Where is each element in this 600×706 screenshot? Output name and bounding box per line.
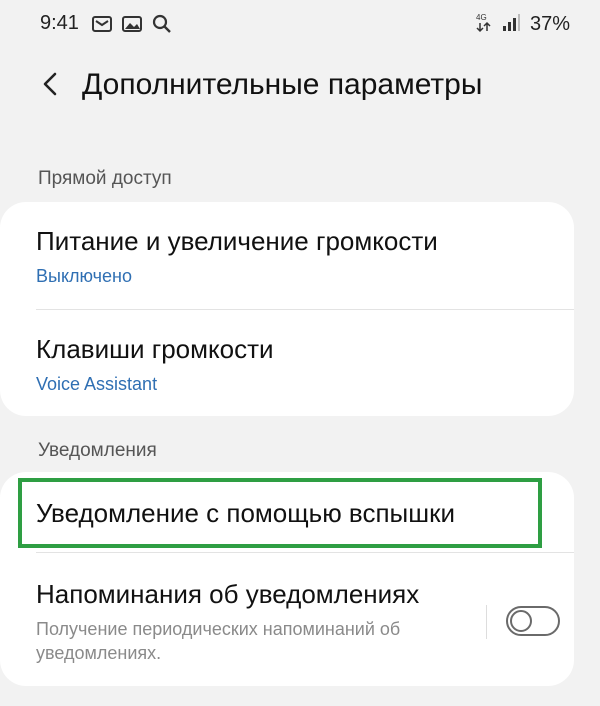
list-item-volume-keys[interactable]: Клавиши громкости Voice Assistant bbox=[0, 310, 574, 416]
search-icon bbox=[152, 14, 172, 39]
toggle-divider bbox=[486, 605, 487, 639]
list-item-notification-reminders[interactable]: Напоминания об уведомлениях Получение пе… bbox=[0, 553, 574, 686]
signal-icon bbox=[502, 12, 520, 37]
app-header: Дополнительные параметры bbox=[0, 58, 600, 120]
list-item-subtitle: Выключено bbox=[36, 266, 132, 286]
status-bar: 9:41 4G 37% bbox=[0, 0, 600, 46]
status-icons-left bbox=[92, 14, 172, 39]
notification-icon bbox=[92, 15, 112, 38]
chevron-left-icon bbox=[40, 71, 60, 102]
list-item-subtitle: Voice Assistant bbox=[36, 374, 158, 394]
page-title: Дополнительные параметры bbox=[82, 68, 483, 101]
section-label-direct-access: Прямой доступ bbox=[38, 168, 172, 189]
status-icons-right: 4G 37% bbox=[476, 11, 570, 38]
network-4g-icon: 4G bbox=[476, 11, 492, 38]
highlight-frame bbox=[18, 478, 542, 548]
network-label: 4G bbox=[476, 13, 487, 22]
gallery-icon bbox=[122, 15, 142, 38]
back-button[interactable] bbox=[32, 68, 68, 104]
list-item-title: Питание и увеличение громкости bbox=[36, 226, 438, 256]
section-label-notifications: Уведомления bbox=[38, 440, 157, 461]
list-item-title: Клавиши громкости bbox=[36, 334, 274, 364]
list-item-description: Получение периодических напоминаний об у… bbox=[36, 619, 401, 663]
list-item-power-volume[interactable]: Питание и увеличение громкости Выключено bbox=[0, 202, 574, 308]
battery-percent: 37% bbox=[529, 13, 570, 35]
status-time: 9:41 bbox=[40, 12, 79, 34]
toggle-knob bbox=[510, 610, 532, 632]
reminders-toggle-switch[interactable] bbox=[506, 606, 560, 636]
direct-access-card: Питание и увеличение громкости Выключено… bbox=[0, 202, 574, 416]
list-item-title: Напоминания об уведомлениях bbox=[36, 579, 420, 609]
